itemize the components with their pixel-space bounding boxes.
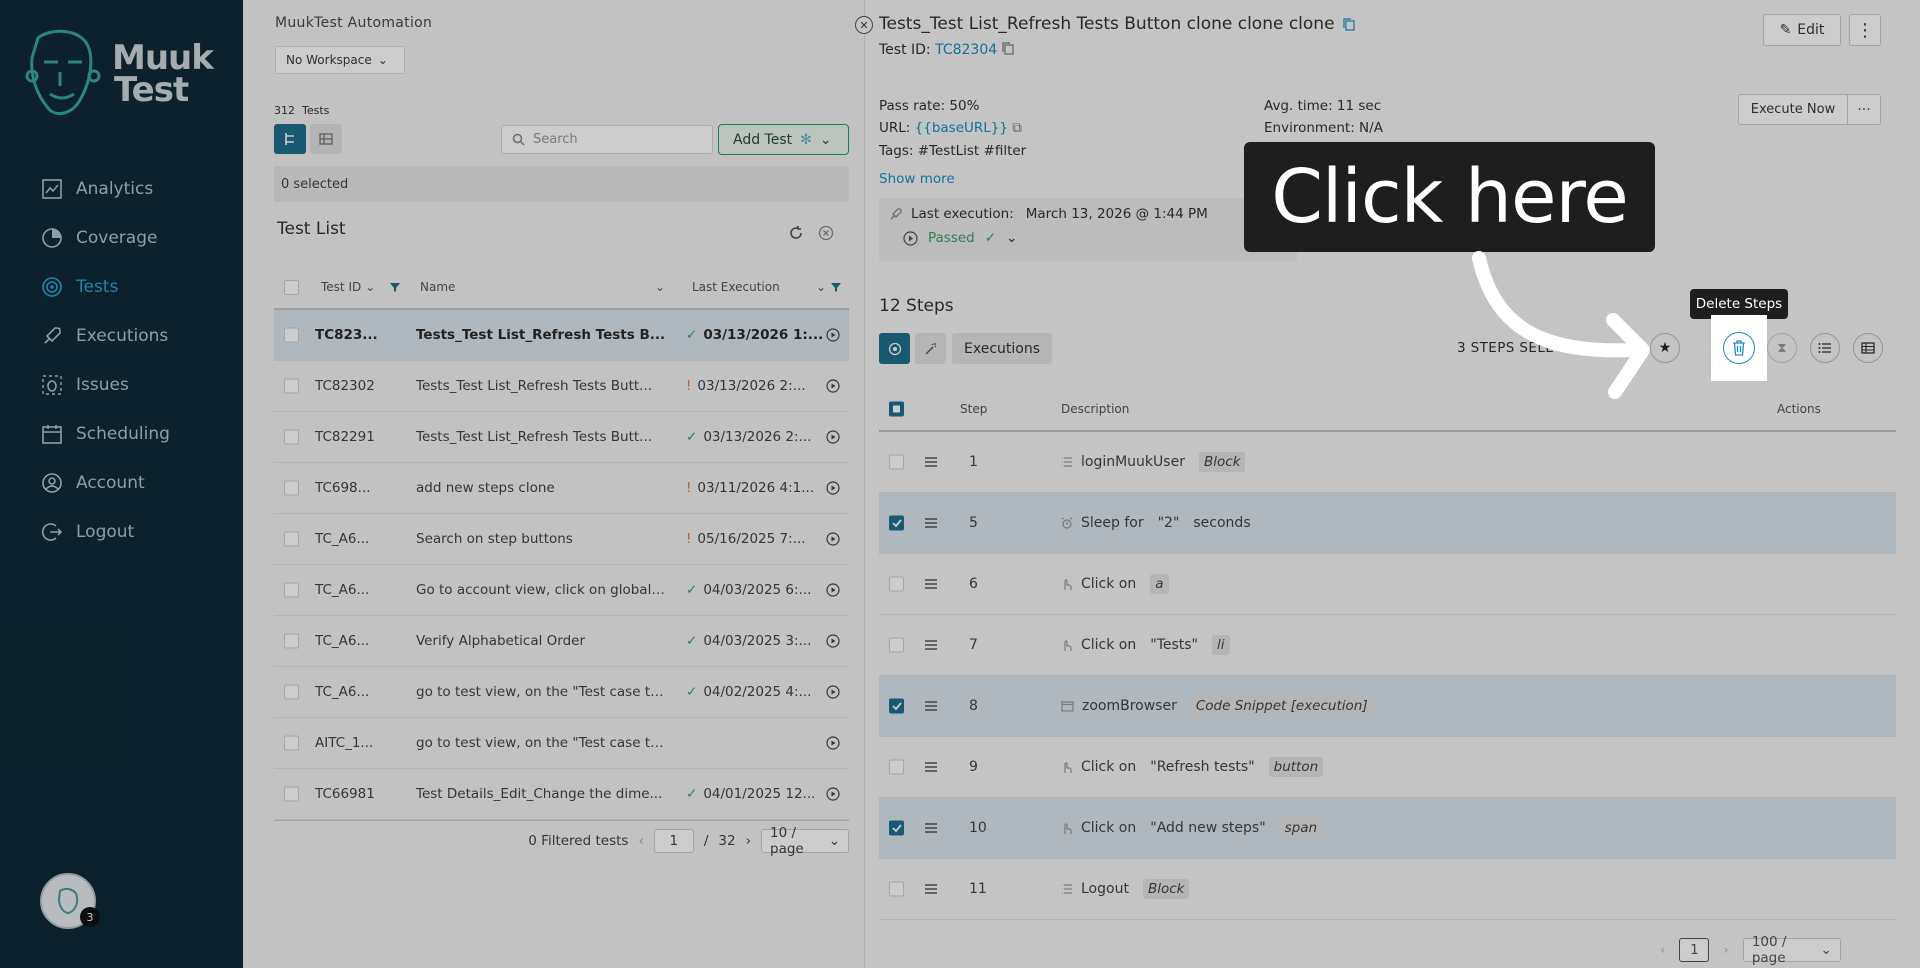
curved-arrow-icon xyxy=(1472,251,1650,399)
trash-icon xyxy=(1733,340,1745,356)
delete-steps-highlight xyxy=(1711,315,1767,381)
delete-steps-button[interactable] xyxy=(1723,332,1755,364)
click-here-callout: Click here xyxy=(1244,142,1655,252)
